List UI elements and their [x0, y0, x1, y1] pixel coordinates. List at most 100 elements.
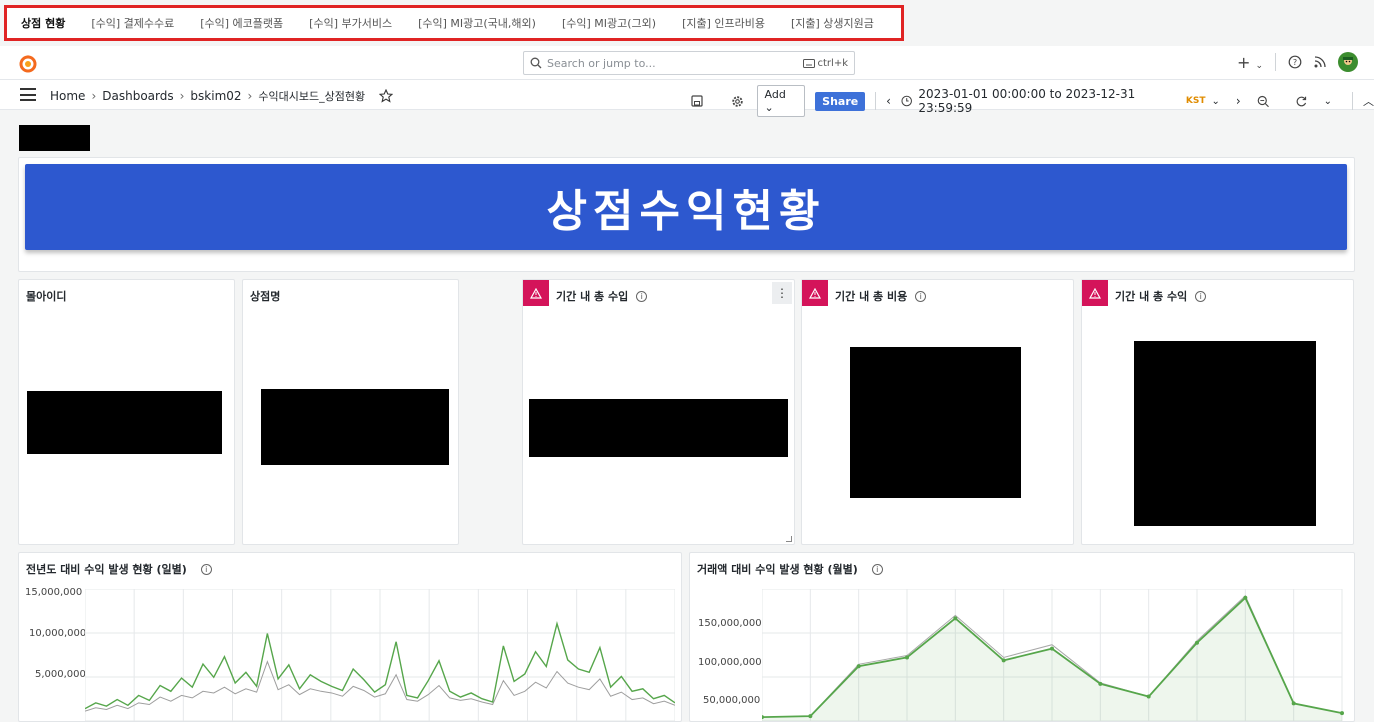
panel-title-row: 전년도 대비 수익 발생 현황 (일별) i — [26, 561, 212, 577]
time-back-icon[interactable]: ‹ — [886, 94, 891, 108]
warning-icon — [809, 287, 821, 299]
banner: 상점수익현황 — [25, 164, 1347, 250]
data-point — [1050, 646, 1054, 651]
info-icon[interactable]: i — [200, 563, 212, 575]
panel-menu-icon[interactable]: ⋮ — [772, 282, 792, 304]
info-icon[interactable]: i — [636, 290, 648, 302]
daily-line-chart[interactable] — [85, 589, 675, 721]
info-icon[interactable]: i — [871, 563, 883, 575]
info-icon[interactable]: i — [1195, 290, 1207, 302]
breadcrumb-dashboards[interactable]: Dashboards — [102, 89, 173, 103]
top-navbar: Search or jump to... ctrl+k + ⌄ ? — [0, 46, 1374, 80]
rss-news-icon[interactable] — [1314, 56, 1326, 68]
collapse-up-icon[interactable]: ︿ — [1363, 93, 1374, 109]
share-button[interactable]: Share — [815, 91, 866, 111]
panel-title: 거래액 대비 수익 발생 현황 (월별) — [697, 563, 858, 576]
mall-id-panel: 몰아이디 — [18, 279, 235, 545]
data-point — [1098, 681, 1103, 686]
chevron-right-icon: › — [179, 89, 185, 103]
chevron-right-icon: › — [247, 89, 253, 103]
help-icon[interactable]: ? — [1288, 55, 1302, 69]
alert-badge[interactable] — [1082, 280, 1108, 306]
total-cost-panel: 기간 내 총 비용 i — [801, 279, 1074, 545]
breadcrumb-folder[interactable]: bskim02 — [190, 89, 241, 103]
breadcrumb-dashboard: 수익대시보드_상점현황 — [258, 90, 366, 103]
panel-title-row: 기간 내 총 수입 i — [556, 288, 648, 304]
tab-mi-ad-domestic[interactable]: [수익] MI광고(국내,해외) — [418, 15, 536, 31]
warning-icon — [1089, 287, 1101, 299]
panel-title-row: 기간 내 총 비용 i — [835, 288, 927, 304]
tab-support-fund[interactable]: [지출] 상생지원금 — [791, 15, 874, 31]
add-button[interactable]: Add ⌄ — [756, 85, 806, 117]
data-point — [856, 664, 861, 669]
redacted-block — [19, 125, 90, 151]
refresh-icon[interactable] — [1295, 95, 1307, 108]
save-icon[interactable] — [688, 92, 705, 110]
user-avatar[interactable] — [1338, 52, 1358, 72]
data-point — [1291, 701, 1296, 706]
tab-payment-fee[interactable]: [수익] 결제수수료 — [91, 15, 174, 31]
redacted-value — [1134, 341, 1316, 526]
data-point — [1001, 658, 1006, 663]
dashboard-tabs: 상점 현황 [수익] 결제수수료 [수익] 에코플랫폼 [수익] 부가서비스 [… — [4, 5, 904, 41]
alert-badge[interactable] — [802, 280, 828, 306]
redacted-value — [27, 391, 222, 454]
panel-title: 전년도 대비 수익 발생 현황 (일별) — [26, 563, 187, 576]
zoom-out-icon[interactable] — [1257, 95, 1269, 108]
info-icon[interactable]: i — [915, 290, 927, 302]
divider — [1352, 92, 1353, 110]
redacted-value — [529, 399, 788, 457]
data-point — [1340, 711, 1344, 716]
dashboard-toolbar: Home › Dashboards › bskim02 › 수익대시보드_상점현… — [0, 80, 1374, 117]
data-point — [1146, 694, 1151, 699]
alert-badge[interactable] — [523, 280, 549, 306]
data-point — [808, 714, 813, 719]
breadcrumb-home[interactable]: Home — [50, 89, 85, 103]
divider — [875, 92, 877, 110]
panel-title-row: 기간 내 총 수익 i — [1115, 288, 1207, 304]
data-point — [1195, 640, 1199, 645]
resize-handle-icon[interactable] — [786, 536, 792, 542]
panel-title: 기간 내 총 비용 — [835, 290, 908, 303]
chevron-down-icon[interactable]: ⌄ — [1324, 96, 1332, 107]
warning-icon — [530, 287, 542, 299]
y-tick-label: 100,000,000 — [698, 657, 762, 668]
add-new-icon[interactable]: + ⌄ — [1237, 53, 1263, 72]
search-input[interactable]: Search or jump to... ctrl+k — [523, 51, 855, 75]
y-tick-label: 5,000,000 — [35, 669, 86, 680]
y-tick-label: 50,000,000 — [703, 695, 761, 706]
clock-icon — [901, 95, 912, 107]
breadcrumb: Home › Dashboards › bskim02 › 수익대시보드_상점현… — [50, 88, 394, 104]
star-icon[interactable] — [379, 89, 394, 103]
total-revenue-panel: 기간 내 총 수입 i ⋮ — [522, 279, 795, 545]
data-point — [905, 655, 909, 660]
keyboard-icon — [802, 58, 815, 68]
tab-mi-ad-other[interactable]: [수익] MI광고(그외) — [562, 15, 656, 31]
toolbar-actions: Add ⌄ Share ‹ 2023-01-01 00:00:00 to 202… — [688, 85, 1374, 117]
settings-gear-icon[interactable] — [729, 92, 746, 110]
y-tick-label: 15,000,000 — [25, 587, 83, 598]
search-shortcut: ctrl+k — [802, 58, 848, 69]
top-right-actions: + ⌄ ? — [1237, 52, 1358, 72]
redacted-value — [261, 389, 449, 465]
time-range-picker[interactable]: 2023-01-01 00:00:00 to 2023-12-31 23:59:… — [901, 87, 1220, 115]
monthly-area-chart[interactable] — [762, 589, 1348, 721]
data-point — [1243, 595, 1248, 600]
redacted-value — [850, 347, 1021, 498]
panel-title-row: 거래액 대비 수익 발생 현황 (월별) i — [697, 561, 883, 577]
panel-title: 기간 내 총 수익 — [1115, 290, 1188, 303]
panel-title: 상점명 — [250, 290, 281, 303]
grafana-logo-icon[interactable] — [18, 54, 38, 74]
y-tick-label: 10,000,000 — [29, 628, 87, 639]
tab-infra-cost[interactable]: [지출] 인프라비용 — [682, 15, 765, 31]
chevron-right-icon: › — [91, 89, 97, 103]
avatar-icon — [1343, 57, 1353, 65]
tab-eco-platform[interactable]: [수익] 에코플랫폼 — [200, 15, 283, 31]
banner-title: 상점수익현황 — [546, 186, 826, 237]
divider — [1275, 53, 1276, 71]
menu-icon[interactable] — [20, 88, 36, 101]
y-tick-label: 150,000,000 — [698, 618, 762, 629]
time-forward-icon[interactable]: › — [1236, 94, 1241, 108]
tab-addon-service[interactable]: [수익] 부가서비스 — [309, 15, 392, 31]
tab-shop-status[interactable]: 상점 현황 — [21, 15, 65, 31]
